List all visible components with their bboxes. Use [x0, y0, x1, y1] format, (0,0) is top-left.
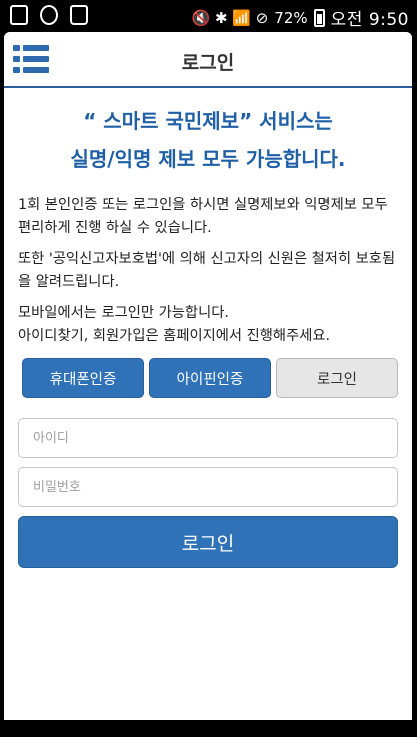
description-para-1: 1회 본인인증 또는 로그인을 하시면 실명제보와 익명제보 모두 편리하게 진… [18, 197, 388, 236]
battery-icon [313, 8, 325, 27]
notification-icons [10, 5, 88, 25]
shopping-bag-icon [70, 5, 88, 25]
login-form: 로그인 [4, 418, 412, 568]
login-tab-button[interactable]: 로그인 [276, 358, 398, 398]
sync-icon [40, 5, 58, 25]
mobile-login-note: 모바일에서는 로그인만 가능합니다. [18, 305, 229, 321]
app-bar: 로그인 [4, 32, 412, 88]
description-para-3: 모바일에서는 로그인만 가능합니다. 아이디찾기, 회원가입은 홈페이지에서 진… [18, 302, 398, 348]
signal-icons: 🔇 ✱ 📶 ⊘ [191, 8, 269, 27]
id-input[interactable] [18, 418, 398, 458]
password-input[interactable] [18, 467, 398, 507]
battery-percent: 72% [274, 8, 308, 27]
system-indicators: 🔇 ✱ 📶 ⊘ 72% 오전 9:50 [192, 5, 410, 30]
description-para-2: 또한 '공익신고자보호법'에 의해 신고자의 신원은 철저히 보호됨을 알려드립… [18, 251, 396, 290]
description: 1회 본인인증 또는 로그인을 하시면 실명제보와 익명제보 모두 편리하게 진… [4, 194, 412, 348]
app-window: 로그인 “ 스마트 국민제보” 서비스는 실명/익명 제보 모두 가능합니다. … [4, 32, 412, 720]
headline-line-2: 실명/익명 제보 모두 가능합니다. [70, 147, 346, 171]
headline: “ 스마트 국민제보” 서비스는 실명/익명 제보 모두 가능합니다. [4, 102, 412, 178]
status-bar: 🔇 ✱ 📶 ⊘ 72% 오전 9:50 [0, 0, 417, 32]
gallery-icon [10, 5, 28, 25]
ipin-auth-button[interactable]: 아이핀인증 [149, 358, 271, 398]
clock: 오전 9:50 [330, 10, 409, 30]
page-title: 로그인 [181, 52, 235, 74]
phone-auth-button[interactable]: 휴대폰인증 [22, 358, 144, 398]
headline-line-1: “ 스마트 국민제보” 서비스는 [83, 109, 333, 133]
login-submit-button[interactable]: 로그인 [18, 516, 398, 568]
homepage-note: 아이디찾기, 회원가입은 홈페이지에서 진행해주세요. [18, 328, 331, 344]
auth-tabs: 휴대폰인증 아이핀인증 로그인 [4, 358, 412, 398]
